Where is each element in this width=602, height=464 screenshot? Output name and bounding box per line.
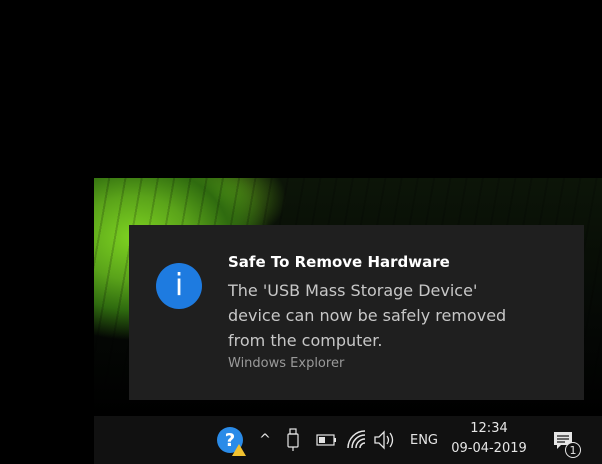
language-indicator[interactable]: ENG [404,429,444,451]
volume-icon[interactable] [372,428,398,452]
taskbar: ? ^ ENG 12:34 09-04-2019 1 [94,416,602,464]
info-icon: i [156,263,202,309]
notification-body-line: from the computer. [228,331,383,350]
warning-icon [232,444,246,456]
notification-source: Windows Explorer [228,356,345,371]
notification-body-line: The 'USB Mass Storage Device' [228,281,478,300]
wifi-icon[interactable] [345,428,369,450]
clock-time: 12:34 [470,421,508,436]
notification-body-line: device can now be safely removed [228,306,507,325]
help-circle: ? [217,427,246,456]
notification-body: The 'USB Mass Storage Device' device can… [228,278,548,353]
clock-date: 09-04-2019 [451,441,527,456]
notification-count-badge: 1 [565,442,581,458]
clock[interactable]: 12:34 09-04-2019 [446,419,532,461]
action-center-icon[interactable]: 1 [549,426,581,458]
help-icon[interactable]: ? [216,426,246,456]
chevron-up-icon[interactable]: ^ [256,430,274,450]
battery-icon[interactable] [315,430,339,450]
notification-title: Safe To Remove Hardware [228,253,450,271]
desktop: i Safe To Remove Hardware The 'USB Mass … [0,0,602,464]
notification-toast[interactable]: i Safe To Remove Hardware The 'USB Mass … [129,225,584,400]
usb-icon[interactable] [286,428,300,452]
